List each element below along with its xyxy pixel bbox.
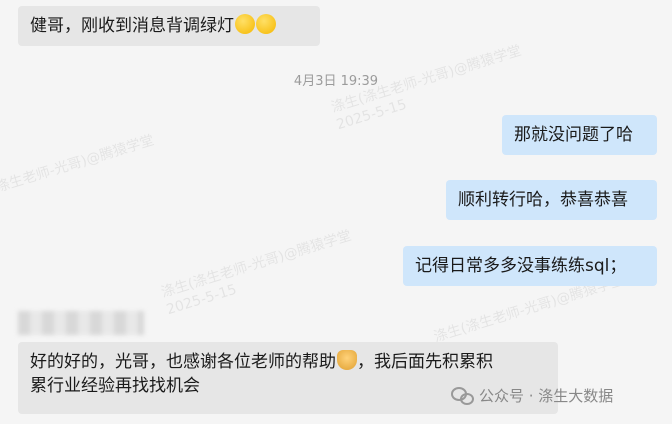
message-bubble-outgoing[interactable]: 顺利转行哈，恭喜恭喜 xyxy=(446,180,657,220)
watermark: 涤生(涤生老师-光哥)@腾猿学堂 2025-5-15 xyxy=(159,227,354,319)
watermark: 涤生(涤生老师-光哥)@腾猿学堂 xyxy=(0,132,156,206)
message-text: 健哥，刚收到消息背调绿灯 xyxy=(30,16,234,36)
brand-watermark: 公众号 · 涤生大数据 xyxy=(451,385,613,406)
pray-emoji-icon xyxy=(337,350,357,370)
message-text: 好的好的，光哥，也感谢各位老师的帮助 xyxy=(30,352,336,372)
chat-area: 涤生(涤生老师-光哥)@腾猿学堂 2025-5-15 涤生(涤生老师-光哥)@腾猿… xyxy=(0,0,672,424)
wechat-icon xyxy=(451,386,474,405)
laugh-cry-emoji-icon xyxy=(235,14,255,34)
message-text: ，我后面先积累积 xyxy=(357,352,493,372)
message-text: 顺利转行哈，恭喜恭喜 xyxy=(458,190,628,210)
message-bubble-outgoing[interactable]: 那就没问题了哈 xyxy=(502,115,657,155)
message-text: 记得日常多多没事练练sql； xyxy=(415,256,627,276)
message-bubble-outgoing[interactable]: 记得日常多多没事练练sql； xyxy=(403,246,657,286)
message-text: 那就没问题了哈 xyxy=(514,125,633,145)
sender-name-blurred xyxy=(18,311,144,335)
brand-text: 公众号 · 涤生大数据 xyxy=(479,387,614,405)
message-bubble-incoming[interactable]: 健哥，刚收到消息背调绿灯 xyxy=(18,6,320,46)
message-timestamp: 4月3日 19:39 xyxy=(293,74,379,89)
laugh-cry-emoji-icon xyxy=(256,14,276,34)
